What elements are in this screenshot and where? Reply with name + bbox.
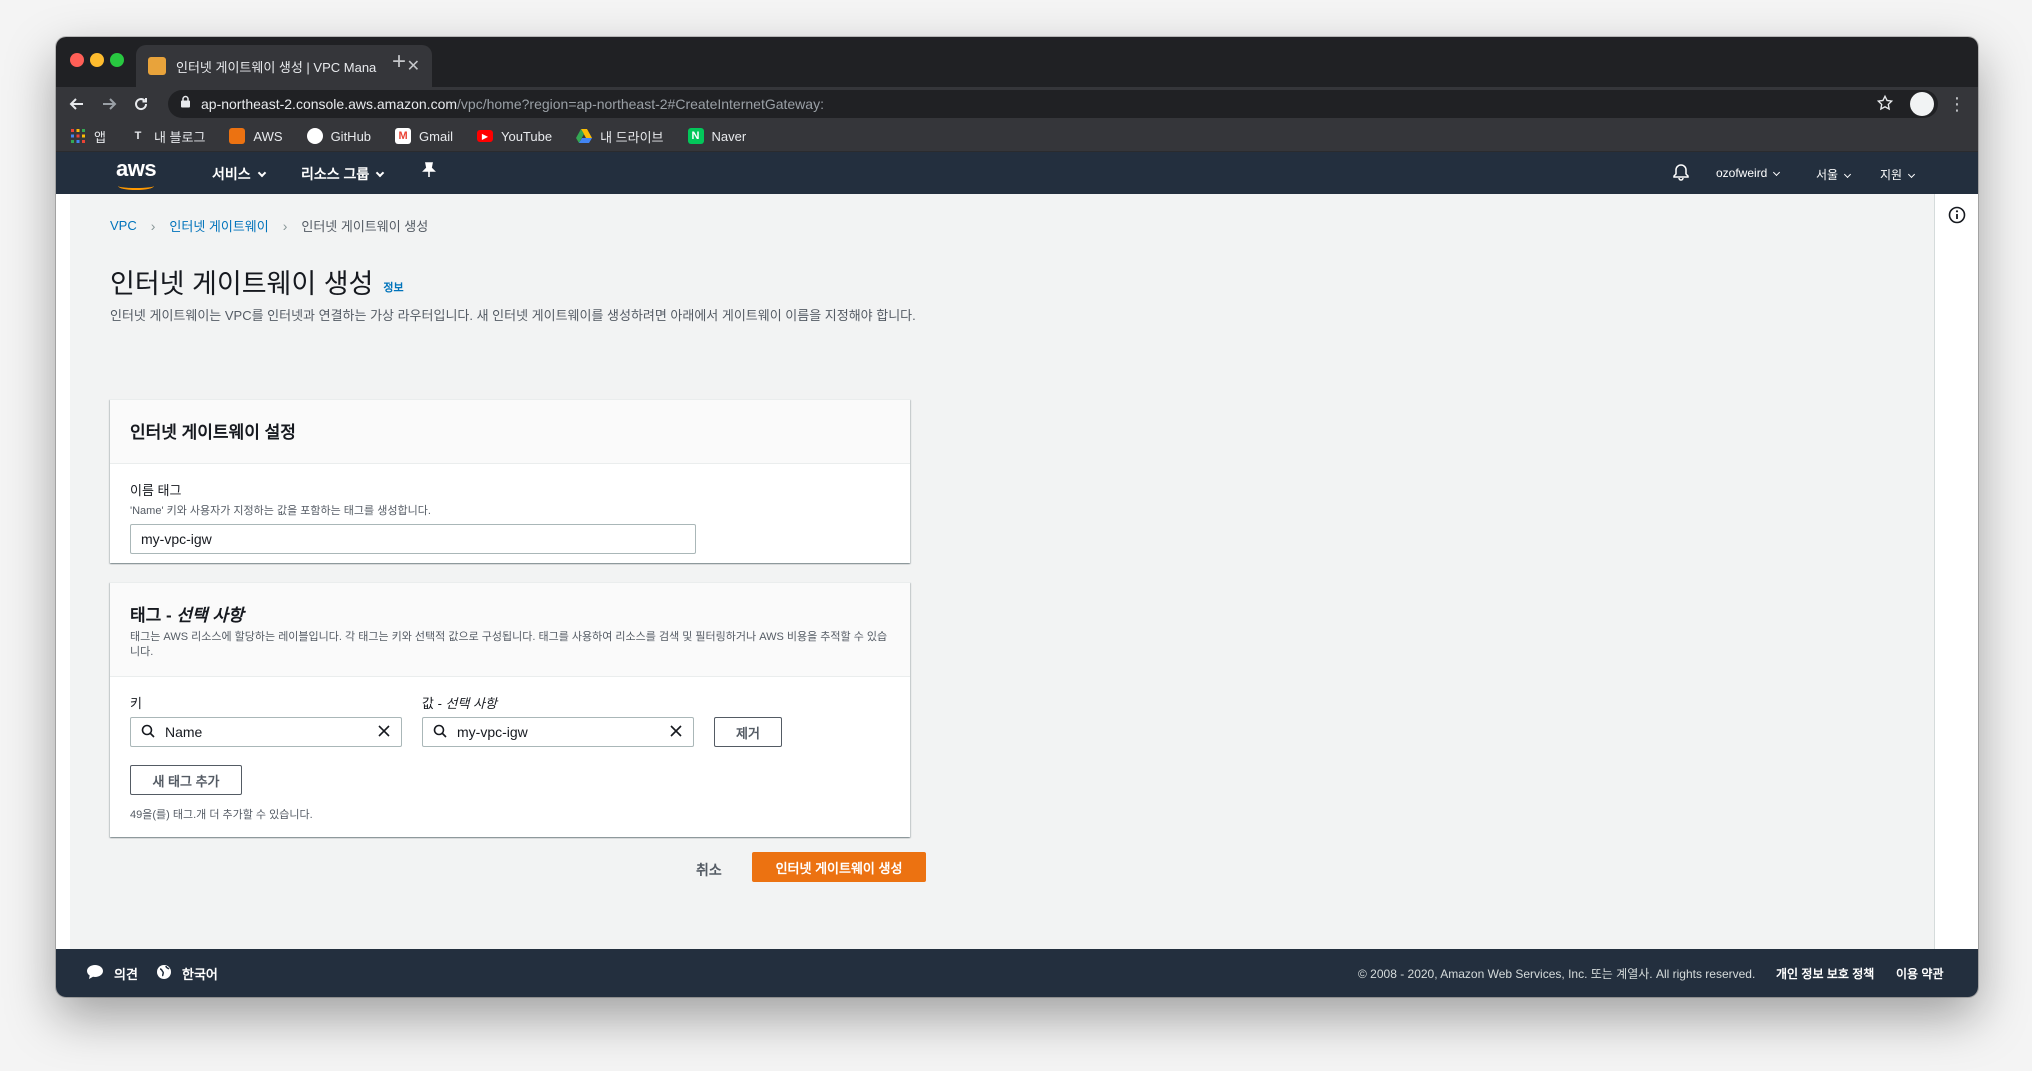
- page-description: 인터넷 게이트웨이는 VPC를 인터넷과 연결하는 가상 라우터입니다. 새 인…: [110, 308, 916, 323]
- new-tab-icon[interactable]: +: [384, 47, 414, 77]
- feedback-button[interactable]: 의견: [86, 964, 138, 983]
- aws-smile-icon: [118, 182, 154, 190]
- drive-icon: [576, 128, 593, 144]
- gmail-icon: M: [395, 128, 412, 144]
- chevron-right-icon: ›: [282, 217, 288, 234]
- breadcrumb-current: 인터넷 게이트웨이 생성: [301, 219, 429, 234]
- key-label: 키: [130, 696, 142, 711]
- language-selector[interactable]: 한국어: [156, 964, 218, 983]
- tag-key-value: Name: [165, 724, 203, 740]
- chevron-right-icon: ›: [150, 217, 156, 234]
- reload-icon[interactable]: [128, 91, 154, 117]
- tags-panel: 태그 - 선택 사항 태그는 AWS 리소스에 할당하는 레이블입니다. 각 태…: [110, 582, 910, 837]
- url-path: /vpc/home?region=ap-northeast-2#CreateIn…: [457, 96, 824, 112]
- window-close-icon[interactable]: [70, 53, 84, 67]
- tab-title: 인터넷 게이트웨이 생성 | VPC Mana: [176, 59, 377, 75]
- breadcrumb-igw[interactable]: 인터넷 게이트웨이: [169, 216, 268, 235]
- chevron-down-icon: [1844, 170, 1852, 179]
- clear-icon[interactable]: [377, 724, 391, 741]
- bookmark-blog[interactable]: T 내 블로그: [130, 127, 206, 146]
- chevron-down-icon: [257, 168, 266, 178]
- services-menu[interactable]: 서비스: [212, 164, 266, 184]
- globe-icon: [156, 964, 172, 983]
- back-icon[interactable]: [64, 91, 90, 117]
- add-tag-button[interactable]: 새 태그 추가: [130, 765, 242, 795]
- apps-grid-icon: [70, 128, 86, 144]
- browser-window: 인터넷 게이트웨이 생성 | VPC Mana ✕ + ap-northeast…: [56, 37, 1978, 997]
- create-igw-button[interactable]: 인터넷 게이트웨이 생성: [752, 852, 926, 882]
- bookmark-youtube[interactable]: ▶ YouTube: [476, 129, 552, 144]
- tag-value-value: my-vpc-igw: [457, 724, 528, 740]
- bookmark-aws[interactable]: AWS: [229, 128, 283, 144]
- cancel-button[interactable]: 취소: [696, 860, 722, 880]
- console-footer: 의견 한국어 © 2008 - 2020, Amazon Web Service…: [56, 949, 1978, 997]
- search-icon: [141, 724, 155, 741]
- tab-bar: 인터넷 게이트웨이 생성 | VPC Mana ✕ +: [56, 37, 1978, 87]
- settings-header: 인터넷 게이트웨이 설정: [110, 400, 910, 464]
- tistory-icon: T: [134, 130, 142, 142]
- name-tag-label: 이름 태그: [130, 483, 182, 498]
- window-maximize-icon[interactable]: [110, 53, 124, 67]
- value-label: 값 - 선택 사항: [422, 696, 497, 711]
- tags-description: 태그는 AWS 리소스에 할당하는 레이블입니다. 각 태그는 키와 선택적 값…: [130, 631, 888, 658]
- forward-icon[interactable]: [96, 91, 122, 117]
- remove-tag-button[interactable]: 제거: [714, 717, 782, 747]
- browser-toolbar: ap-northeast-2.console.aws.amazon.com /v…: [56, 87, 1978, 121]
- clear-icon[interactable]: [669, 724, 683, 741]
- youtube-icon: ▶: [476, 130, 493, 142]
- settings-title: 인터넷 게이트웨이 설정: [130, 423, 296, 442]
- speech-bubble-icon: [86, 964, 104, 983]
- resource-groups-menu[interactable]: 리소스 그룹: [301, 164, 385, 184]
- aws-top-nav: aws 서비스 리소스 그룹 ozofweird 서울 지원: [56, 152, 1978, 194]
- bookmark-naver[interactable]: N Naver: [687, 128, 746, 144]
- page-title: 인터넷 게이트웨이 생성 정보: [110, 269, 404, 299]
- tag-key-input[interactable]: Name: [130, 717, 402, 747]
- support-menu[interactable]: 지원: [1880, 166, 1916, 183]
- chevron-down-icon: [1908, 170, 1916, 179]
- name-tag-hint: 'Name' 키와 사용자가 지정하는 값을 포함하는 태그를 생성합니다.: [130, 505, 431, 517]
- bookmarks-bar: 앱 T 내 블로그 AWS GitHub M Gmail ▶ YouTube 내…: [56, 121, 1978, 152]
- lock-icon: [180, 95, 191, 113]
- tags-title: 태그 - 선택 사항: [130, 606, 244, 625]
- search-icon: [433, 724, 447, 741]
- name-tag-input[interactable]: my-vpc-igw: [130, 524, 696, 554]
- pin-icon[interactable]: [422, 162, 436, 181]
- info-circle-icon[interactable]: [1948, 206, 1966, 229]
- bookmark-drive[interactable]: 내 드라이브: [576, 127, 664, 146]
- window-minimize-icon[interactable]: [90, 53, 104, 67]
- region-menu[interactable]: 서울: [1816, 166, 1852, 183]
- aws-logo[interactable]: aws: [116, 156, 157, 182]
- breadcrumb-vpc[interactable]: VPC: [110, 218, 137, 233]
- privacy-link[interactable]: 개인 정보 보호 정책: [1776, 965, 1874, 982]
- chevron-down-icon: [1773, 168, 1781, 177]
- notifications-bell-icon[interactable]: [1673, 163, 1689, 184]
- address-bar[interactable]: ap-northeast-2.console.aws.amazon.com /v…: [168, 90, 1938, 118]
- igw-settings-panel: 인터넷 게이트웨이 설정 이름 태그 'Name' 키와 사용자가 지정하는 값…: [110, 399, 910, 563]
- naver-icon: N: [687, 128, 704, 144]
- bookmark-apps[interactable]: 앱: [70, 127, 106, 146]
- info-link[interactable]: 정보: [383, 282, 403, 294]
- bookmark-star-icon[interactable]: [1876, 94, 1894, 117]
- tags-remaining: 49을(를) 태그.개 더 추가할 수 있습니다.: [130, 809, 313, 821]
- account-menu[interactable]: ozofweird: [1716, 166, 1781, 180]
- bookmark-gmail[interactable]: M Gmail: [395, 128, 453, 144]
- terms-link[interactable]: 이용 약관: [1896, 965, 1944, 982]
- profile-avatar-icon[interactable]: [1910, 92, 1934, 116]
- breadcrumb: VPC › 인터넷 게이트웨이 › 인터넷 게이트웨이 생성: [110, 216, 428, 235]
- github-icon: [306, 128, 323, 144]
- aws-cube-icon: [229, 128, 246, 144]
- browser-menu-icon[interactable]: ⋮: [1948, 93, 1966, 115]
- settings-body: 이름 태그 'Name' 키와 사용자가 지정하는 값을 포함하는 태그를 생성…: [110, 464, 910, 570]
- url-host: ap-northeast-2.console.aws.amazon.com: [201, 96, 458, 112]
- tags-body: 키 값 - 선택 사항 Name my-vpc-igw 제거 새 태그 추가 4…: [110, 677, 910, 837]
- chevron-down-icon: [376, 168, 385, 178]
- tags-header: 태그 - 선택 사항 태그는 AWS 리소스에 할당하는 레이블입니다. 각 태…: [110, 583, 910, 677]
- tag-value-input[interactable]: my-vpc-igw: [422, 717, 694, 747]
- bookmark-github[interactable]: GitHub: [306, 128, 371, 144]
- main-content: VPC › 인터넷 게이트웨이 › 인터넷 게이트웨이 생성 인터넷 게이트웨이…: [70, 194, 1934, 949]
- copyright-text: © 2008 - 2020, Amazon Web Services, Inc.…: [1358, 967, 1756, 981]
- aws-favicon-icon: [148, 57, 166, 75]
- help-panel-rail: [1934, 194, 1978, 949]
